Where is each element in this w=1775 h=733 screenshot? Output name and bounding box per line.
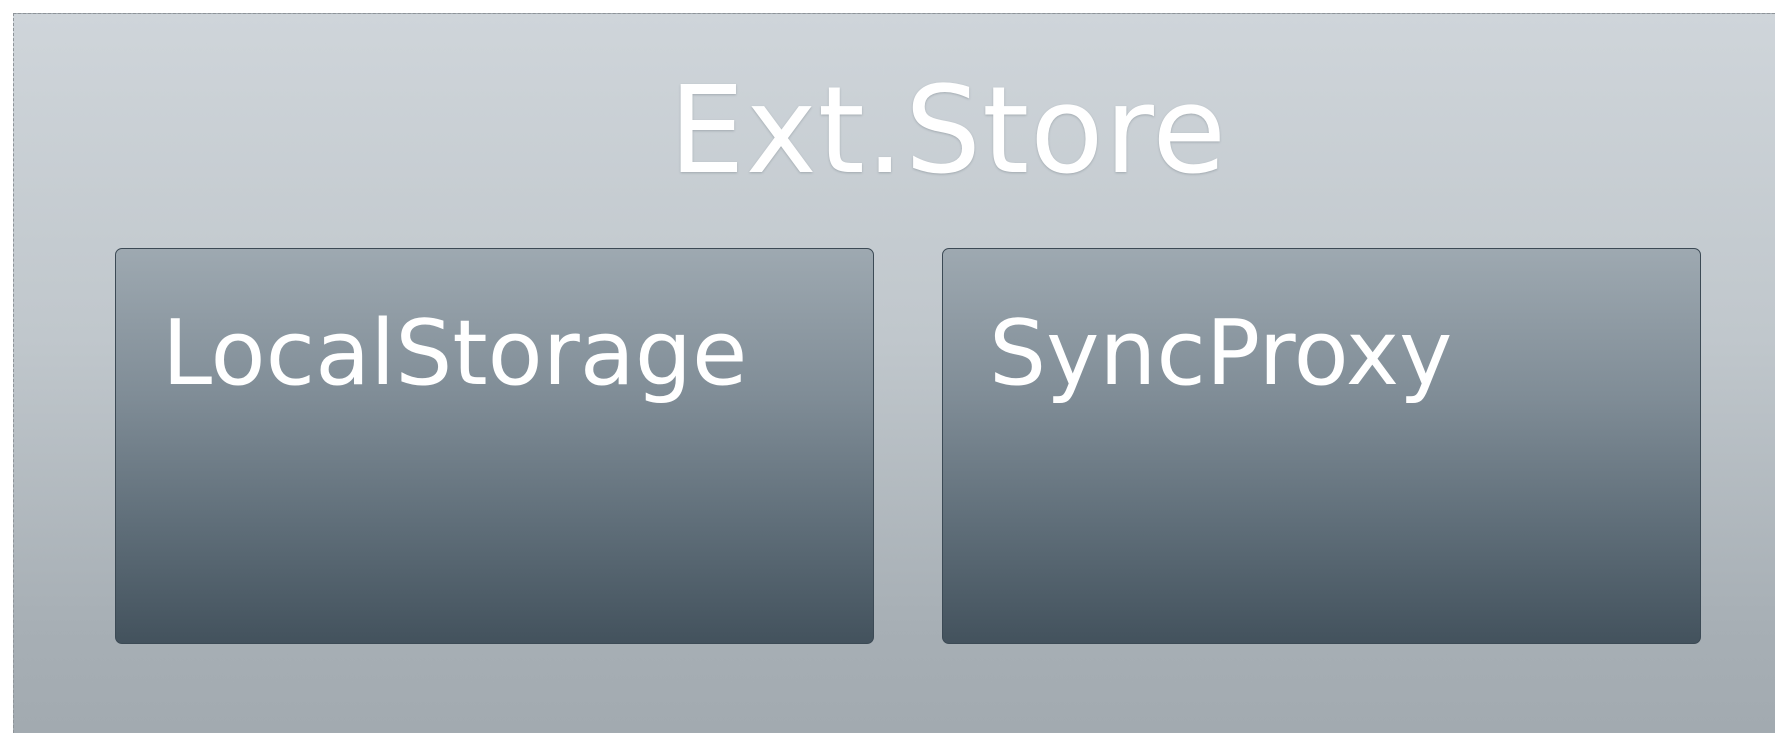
ext-store-container: Ext.Store LocalStorage SyncProxy [13, 13, 1775, 733]
diagram-title: Ext.Store [668, 62, 1228, 201]
localstorage-label: LocalStorage [162, 301, 748, 406]
localstorage-box: LocalStorage [115, 248, 874, 644]
syncproxy-box: SyncProxy [942, 248, 1701, 644]
syncproxy-label: SyncProxy [989, 301, 1453, 406]
